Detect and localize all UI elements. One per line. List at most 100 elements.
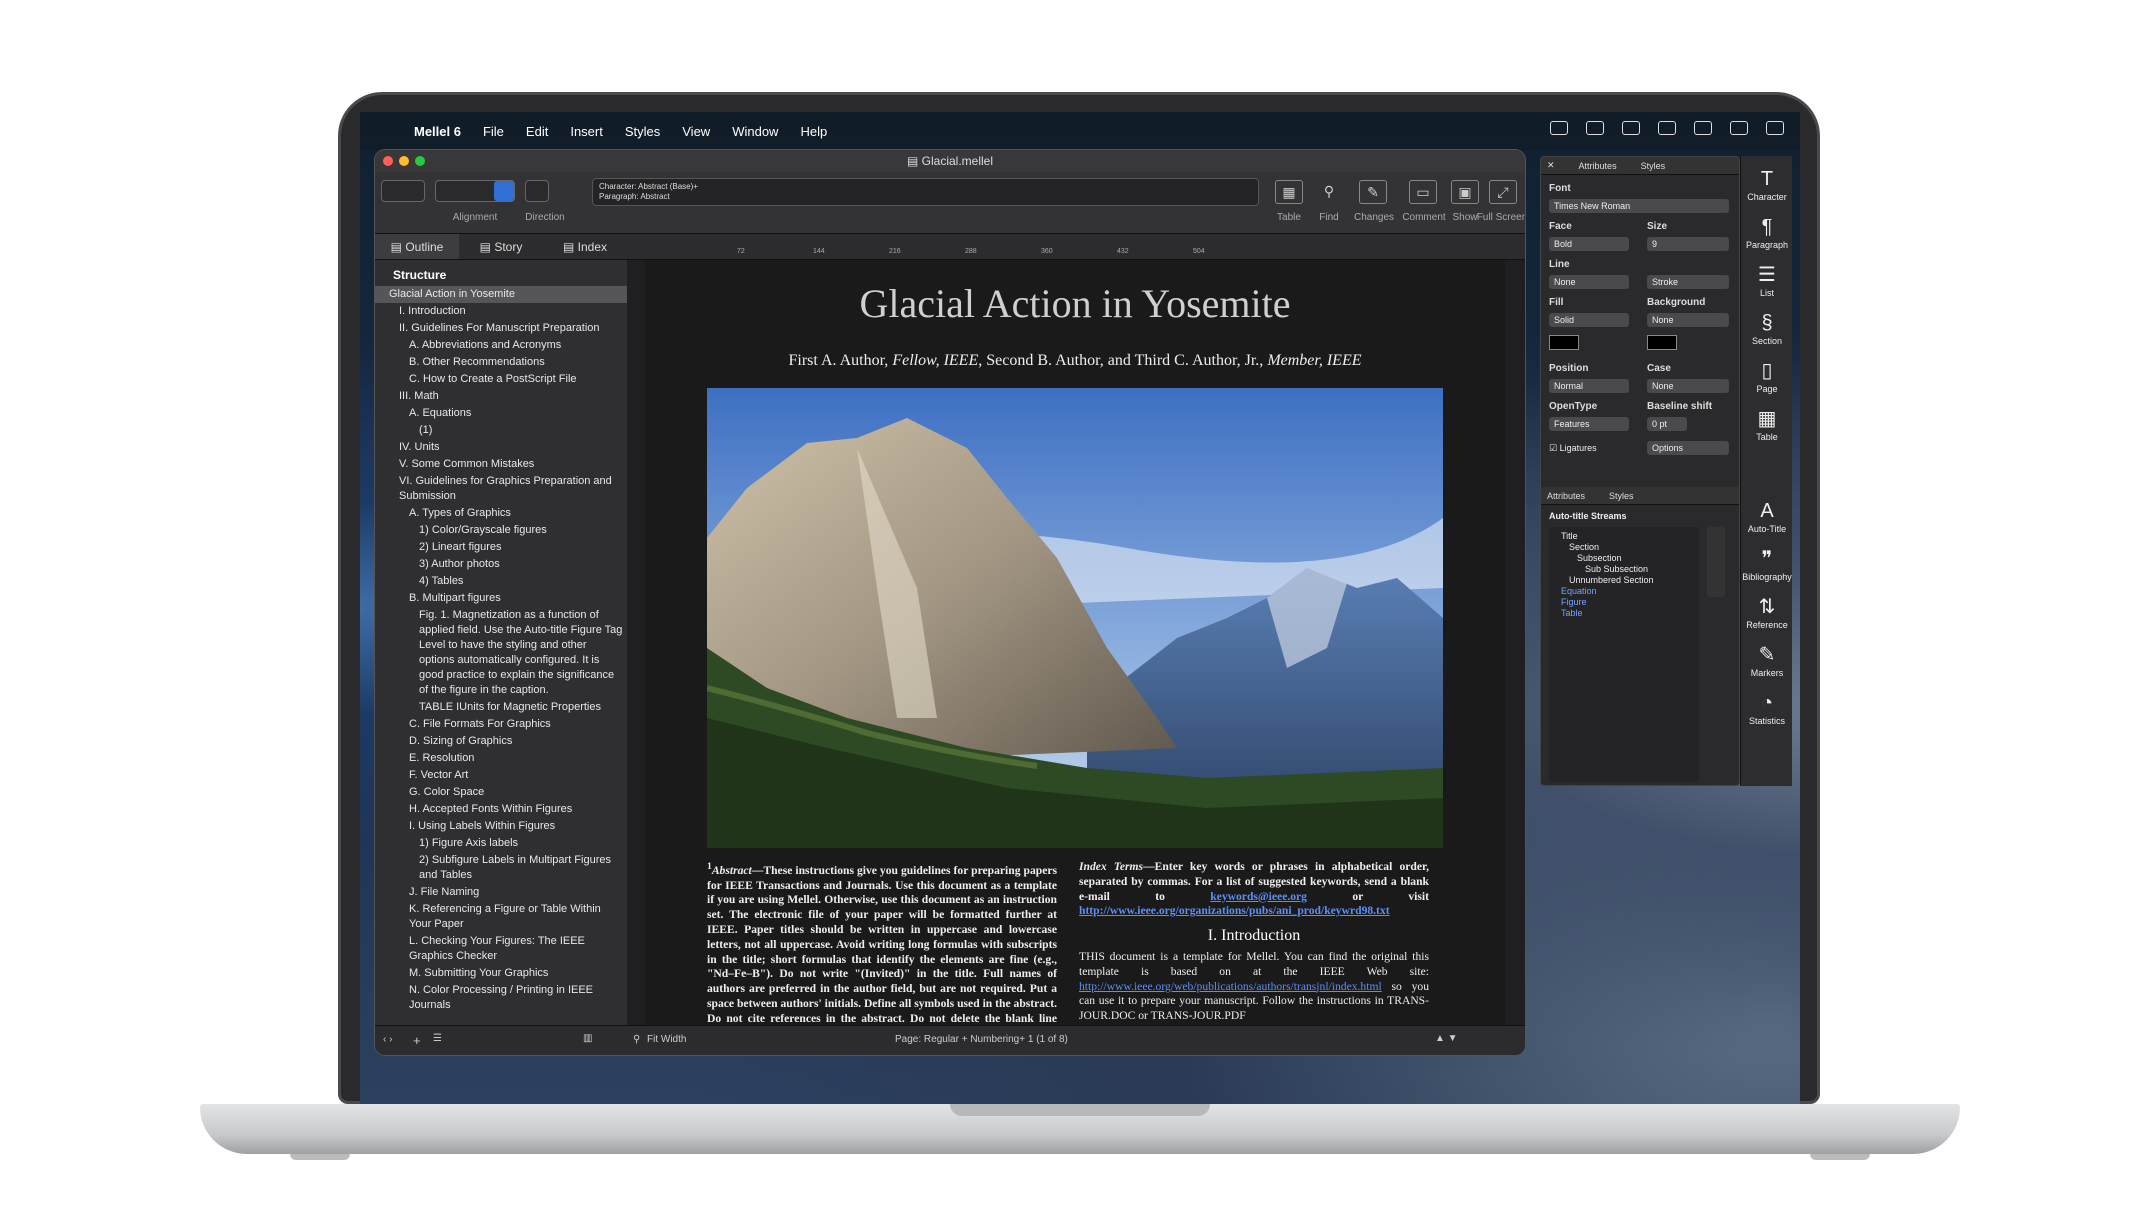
- tab-story[interactable]: ▤ Story: [459, 234, 543, 259]
- font-popup[interactable]: Times New Roman: [1549, 199, 1729, 213]
- stream-edit-toolbar[interactable]: [1707, 527, 1725, 597]
- outline-item[interactable]: VI. Guidelines for Graphics Preparation …: [375, 473, 627, 505]
- opentype-popup[interactable]: Features: [1549, 417, 1629, 431]
- outline-item[interactable]: C. File Formats For Graphics: [375, 716, 627, 733]
- outline-item[interactable]: II. Guidelines For Manuscript Preparatio…: [375, 320, 627, 337]
- document-authors[interactable]: First A. Author, Fellow, IEEE, Second B.…: [645, 352, 1505, 370]
- document-title[interactable]: Glacial Action in Yosemite: [645, 280, 1505, 327]
- stream-item[interactable]: Sub Subsection: [1553, 564, 1695, 575]
- outline-item[interactable]: J. File Naming: [375, 884, 627, 901]
- position-popup[interactable]: Normal: [1549, 379, 1629, 393]
- ieee-template-link[interactable]: http://www.ieee.org/web/publications/aut…: [1079, 980, 1382, 993]
- direction-button[interactable]: [525, 180, 549, 202]
- tab-outline[interactable]: ▤ Outline: [375, 234, 459, 259]
- tool-paragraph[interactable]: ¶ Paragraph: [1741, 214, 1793, 250]
- magnifier-icon[interactable]: ⚲: [1315, 180, 1343, 204]
- changes-icon[interactable]: ✎: [1359, 180, 1387, 204]
- outline-item[interactable]: H. Accepted Fonts Within Figures: [375, 801, 627, 818]
- spotlight-search-icon[interactable]: [1694, 121, 1712, 135]
- minimize-window-button[interactable]: [399, 156, 409, 166]
- zoom-icon[interactable]: ⚲: [633, 1034, 640, 1045]
- stream-item[interactable]: Title: [1553, 531, 1695, 542]
- navigation-arrows-icon[interactable]: ▲ ▼: [1435, 1033, 1458, 1044]
- keyboard-input-icon[interactable]: [1586, 121, 1604, 135]
- outline-item[interactable]: 4) Tables: [375, 573, 627, 590]
- add-icon[interactable]: +: [413, 1033, 421, 1048]
- outline-item[interactable]: I. Introduction: [375, 303, 627, 320]
- table-icon[interactable]: ▦: [1275, 180, 1303, 204]
- tool-table[interactable]: ▦ Table: [1741, 406, 1793, 442]
- zoom-select[interactable]: Fit Width: [647, 1034, 686, 1045]
- outline-item[interactable]: C. How to Create a PostScript File: [375, 371, 627, 388]
- menu-help[interactable]: Help: [800, 124, 827, 139]
- outline-item[interactable]: L. Checking Your Figures: The IEEE Graph…: [375, 933, 627, 965]
- tool-character[interactable]: T Character: [1741, 166, 1793, 202]
- face-popup[interactable]: Bold: [1549, 237, 1629, 251]
- comment-icon[interactable]: ▭: [1409, 180, 1437, 204]
- outline-item[interactable]: A. Abbreviations and Acronyms: [375, 337, 627, 354]
- wifi-icon[interactable]: [1658, 121, 1676, 135]
- keywords-email-link[interactable]: keywords@ieee.org: [1210, 890, 1307, 903]
- menu-insert[interactable]: Insert: [570, 124, 603, 139]
- outline-item[interactable]: (1): [375, 422, 627, 439]
- background-popup[interactable]: None: [1647, 313, 1729, 327]
- stream-item[interactable]: Equation: [1553, 586, 1695, 597]
- stream-item[interactable]: Unnumbered Section: [1553, 575, 1695, 586]
- stream-item[interactable]: Table: [1553, 608, 1695, 619]
- outline-item[interactable]: N. Color Processing / Printing in IEEE J…: [375, 982, 627, 1014]
- tool-reference[interactable]: ⇅ Reference: [1741, 594, 1793, 630]
- menu-edit[interactable]: Edit: [526, 124, 548, 139]
- close-inspector-icon[interactable]: ✕: [1547, 160, 1555, 171]
- zoom-window-button[interactable]: [415, 156, 425, 166]
- tab-stops-control[interactable]: [381, 180, 425, 202]
- outline-item[interactable]: B. Other Recommendations: [375, 354, 627, 371]
- menu-styles[interactable]: Styles: [625, 124, 660, 139]
- fill-color-swatch[interactable]: [1549, 335, 1579, 350]
- ruler[interactable]: 72 144 216 288 360 432 504: [627, 234, 1525, 260]
- attributes-tab-2[interactable]: Attributes: [1547, 491, 1585, 501]
- outline-item[interactable]: B. Multipart figures: [375, 590, 627, 607]
- outline-item[interactable]: IV. Units: [375, 439, 627, 456]
- menu-file[interactable]: File: [483, 124, 504, 139]
- outline-item[interactable]: 3) Author photos: [375, 556, 627, 573]
- document-area[interactable]: Glacial Action in Yosemite First A. Auth…: [627, 260, 1525, 1025]
- outline-item[interactable]: Glacial Action in Yosemite: [375, 286, 627, 303]
- yosemite-photo[interactable]: [707, 388, 1443, 848]
- styles-tab[interactable]: Styles: [1641, 161, 1666, 171]
- outline-item[interactable]: M. Submitting Your Graphics: [375, 965, 627, 982]
- keywords-url-link[interactable]: http://www.ieee.org/organizations/pubs/a…: [1079, 904, 1390, 917]
- close-window-button[interactable]: [383, 156, 393, 166]
- menu-window[interactable]: Window: [732, 124, 778, 139]
- menu-view[interactable]: View: [682, 124, 710, 139]
- control-center-icon[interactable]: [1730, 121, 1748, 135]
- sidebar-toggle-icon[interactable]: ▥: [583, 1033, 592, 1044]
- background-color-swatch[interactable]: [1647, 335, 1677, 350]
- stream-item[interactable]: Section: [1553, 542, 1695, 553]
- tool-list[interactable]: ☰ List: [1741, 262, 1793, 298]
- size-popup[interactable]: 9: [1647, 237, 1729, 251]
- outline-item[interactable]: TABLE IUnits for Magnetic Properties: [375, 699, 627, 716]
- outline-item[interactable]: F. Vector Art: [375, 767, 627, 784]
- abstract-column[interactable]: 1Abstract—These instructions give you gu…: [707, 860, 1057, 1025]
- apple-icon[interactable]: [378, 122, 396, 140]
- outline-item[interactable]: G. Color Space: [375, 784, 627, 801]
- outline-item[interactable]: 1) Figure Axis labels: [375, 835, 627, 852]
- fullscreen-icon[interactable]: ⤢: [1489, 180, 1517, 204]
- outline-item[interactable]: 1) Color/Grayscale figures: [375, 522, 627, 539]
- status-item-icon[interactable]: [1550, 121, 1568, 135]
- options-popup[interactable]: Options: [1647, 441, 1729, 455]
- streams-list[interactable]: Title Section Subsection Sub Subsection …: [1549, 527, 1699, 782]
- outline-item[interactable]: V. Some Common Mistakes: [375, 456, 627, 473]
- outline-item[interactable]: K. Referencing a Figure or Table Within …: [375, 901, 627, 933]
- siri-icon[interactable]: [1766, 121, 1784, 135]
- battery-icon[interactable]: [1622, 121, 1640, 135]
- stream-item[interactable]: Subsection: [1553, 553, 1695, 564]
- show-icon[interactable]: ▣: [1451, 180, 1479, 204]
- tool-auto-title[interactable]: A Auto-Title: [1741, 498, 1793, 534]
- outline-item[interactable]: III. Math: [375, 388, 627, 405]
- menu-app-name[interactable]: Mellel 6: [414, 124, 461, 139]
- stream-item[interactable]: Figure: [1553, 597, 1695, 608]
- structure-heading[interactable]: Structure: [375, 260, 627, 286]
- back-arrow-icon[interactable]: ‹ ›: [383, 1034, 392, 1045]
- tool-page[interactable]: ▯ Page: [1741, 358, 1793, 394]
